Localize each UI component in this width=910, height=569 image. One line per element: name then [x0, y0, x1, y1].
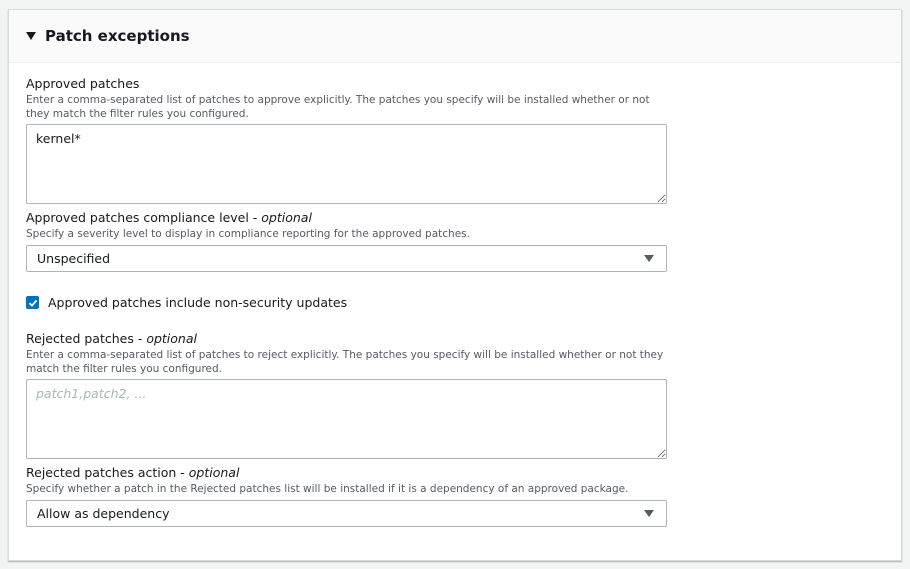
- compliance-level-value: Unspecified: [37, 251, 111, 266]
- rejected-patches-description: Enter a comma-separated list of patches …: [26, 349, 664, 375]
- compliance-level-description: Specify a severity level to display in c…: [26, 228, 470, 240]
- approved-patches-textarea[interactable]: kernel*: [26, 124, 667, 204]
- rejected-patches-field: Rejected patches - optional Enter a comm…: [26, 331, 667, 459]
- rejected-action-description: Specify whether a patch in the Rejected …: [26, 483, 629, 495]
- rejected-action-field: Rejected patches action - optional Speci…: [26, 465, 667, 527]
- approved-patches-description: Enter a comma-separated list of patches …: [26, 94, 650, 120]
- rejected-patches-label: Rejected patches - optional: [26, 331, 197, 346]
- compliance-level-select[interactable]: Unspecified: [26, 245, 667, 272]
- dropdown-arrow-icon: [644, 510, 654, 517]
- checkmark-icon: [28, 299, 37, 307]
- patch-exceptions-panel: Patch exceptions Approved patches Enter …: [8, 9, 902, 561]
- optional-tag: optional: [146, 331, 197, 346]
- section-header[interactable]: Patch exceptions: [9, 10, 901, 63]
- optional-tag: optional: [188, 465, 240, 480]
- approved-patches-label: Approved patches: [26, 76, 140, 91]
- rejected-action-value: Allow as dependency: [37, 506, 170, 521]
- rejected-action-label: Rejected patches action - optional: [26, 465, 240, 480]
- compliance-level-field: Approved patches compliance level - opti…: [26, 210, 667, 272]
- rejected-patches-textarea[interactable]: [26, 379, 667, 459]
- non-security-checkbox[interactable]: [26, 296, 39, 309]
- non-security-label: Approved patches include non-security up…: [48, 295, 348, 310]
- caret-down-icon[interactable]: [26, 32, 36, 40]
- section-title: Patch exceptions: [45, 27, 190, 45]
- non-security-checkbox-row[interactable]: Approved patches include non-security up…: [26, 295, 347, 310]
- optional-tag: optional: [261, 210, 312, 225]
- approved-patches-field: Approved patches Enter a comma-separated…: [26, 76, 667, 204]
- dropdown-arrow-icon: [644, 255, 654, 262]
- compliance-level-label: Approved patches compliance level - opti…: [26, 210, 312, 225]
- rejected-action-select[interactable]: Allow as dependency: [26, 500, 667, 527]
